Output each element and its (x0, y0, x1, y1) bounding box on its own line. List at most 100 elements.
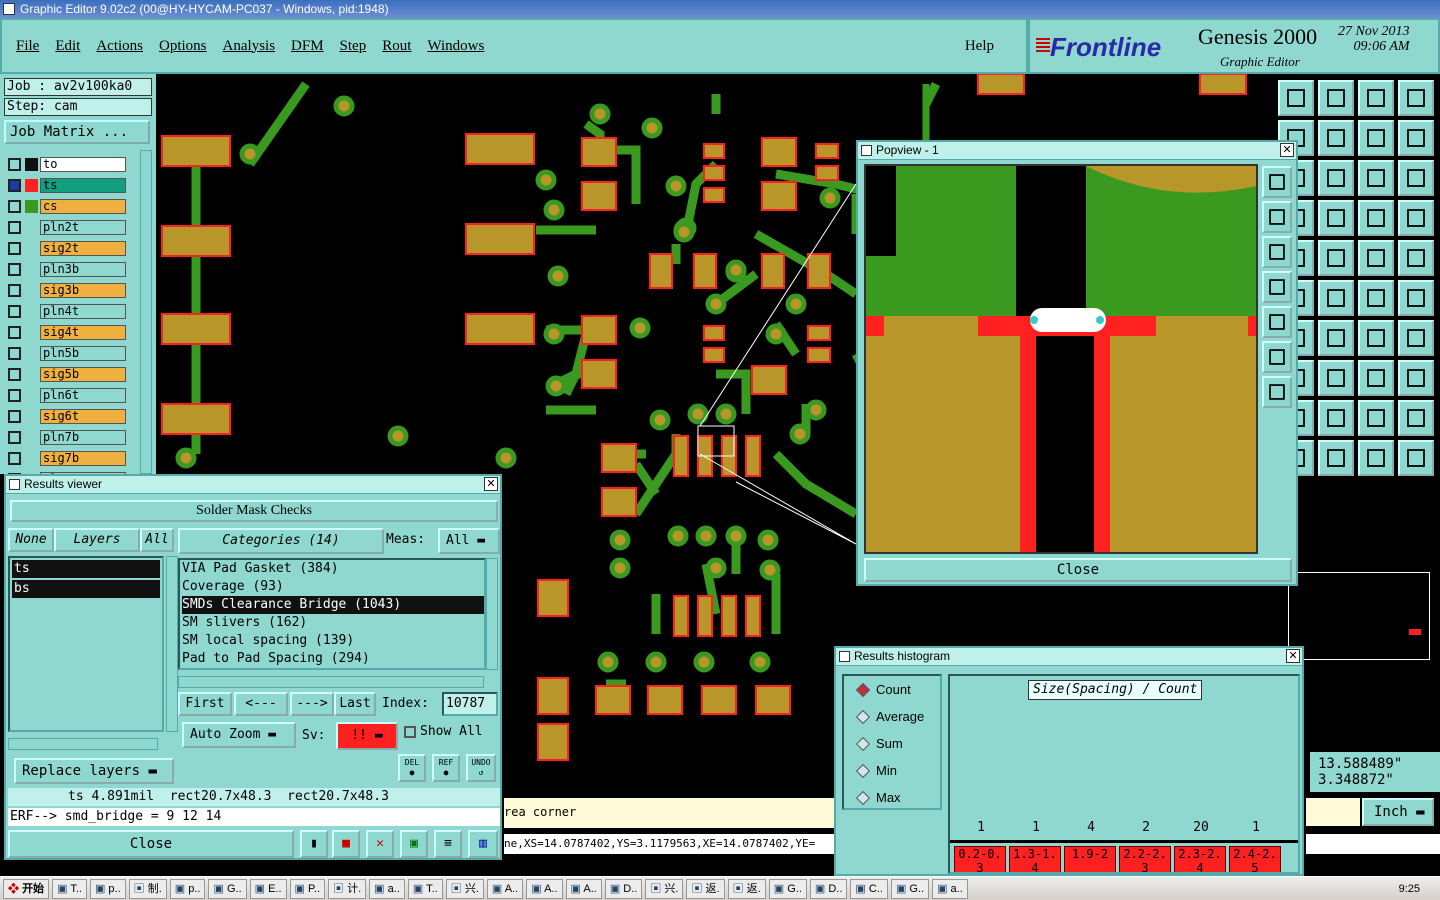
layer-row[interactable]: pln2t (4, 217, 138, 238)
del-icon[interactable]: DEL ● (398, 754, 426, 782)
taskbar-item[interactable]: ▣ C.. (850, 878, 888, 899)
auto-zoom-dropdown[interactable]: Auto Zoom ▬ (182, 722, 296, 748)
taskbar-item[interactable]: ▣ 返. (686, 878, 725, 899)
mode-min-radio[interactable]: Min (855, 763, 897, 778)
triangle-alt-icon[interactable] (1318, 400, 1354, 436)
zoom-right-icon[interactable] (1262, 306, 1292, 338)
fit-icon[interactable] (1318, 160, 1354, 196)
layer-name[interactable]: pln2t (40, 220, 126, 235)
category-item[interactable]: SM local spacing (139) (182, 632, 484, 650)
histogram-bin[interactable]: 1.3-1.4 (1009, 846, 1061, 872)
result-layer-list[interactable]: ts bs (8, 556, 164, 732)
layer-name[interactable]: pln4t (40, 304, 126, 319)
node-alt-icon[interactable] (1398, 280, 1434, 316)
mode-max-radio[interactable]: Max (855, 790, 901, 805)
zoom-fit-icon[interactable] (1262, 341, 1292, 373)
menu-step[interactable]: Step (340, 38, 367, 55)
index-input[interactable]: 10787 (442, 692, 498, 716)
histogram-icon[interactable]: ▥ (468, 830, 498, 858)
cross-icon[interactable] (1318, 280, 1354, 316)
filter-all-button[interactable]: All (140, 528, 174, 552)
popview-canvas[interactable] (864, 164, 1258, 554)
layer-name[interactable]: pln3b (40, 262, 126, 277)
circle-icon[interactable] (1398, 240, 1434, 276)
histogram-bin[interactable]: 2.3-2.4 (1174, 846, 1226, 872)
menu-options[interactable]: Options (159, 38, 207, 55)
popview-close-icon[interactable]: ✕ (1280, 143, 1294, 157)
layer-checkbox[interactable] (8, 347, 21, 360)
taskbar-item[interactable]: ▣ D.. (604, 878, 643, 899)
category-scrollbar[interactable] (486, 558, 498, 670)
category-item[interactable]: SM slivers (162) (182, 614, 484, 632)
layer-checkbox[interactable] (8, 242, 21, 255)
line-icon[interactable] (1318, 240, 1354, 276)
layer-name[interactable]: sig2t (40, 241, 126, 256)
menu-actions[interactable]: Actions (96, 38, 143, 55)
taskbar-item[interactable]: ▣ p.. (169, 878, 206, 899)
home-up-icon[interactable] (1278, 80, 1314, 116)
layer-name[interactable]: sig6t (40, 409, 126, 424)
layer-checkbox[interactable] (8, 326, 21, 339)
layer-name[interactable]: sig5b (40, 367, 126, 382)
filter-none-button[interactable]: None (8, 528, 54, 552)
menu-analysis[interactable]: Analysis (223, 38, 276, 55)
menu-file[interactable]: File (16, 38, 39, 55)
zoom-left-icon[interactable] (1262, 271, 1292, 303)
layer-row[interactable]: pln4t (4, 301, 138, 322)
taskbar-item[interactable]: ▣ 兴. (445, 878, 484, 899)
mode-sum-radio[interactable]: Sum (855, 736, 903, 751)
route-icon[interactable] (1398, 440, 1434, 476)
category-hscroll[interactable] (178, 676, 484, 688)
category-item-selected[interactable]: SMDs Clearance Bridge (1043) (182, 596, 484, 614)
taskbar-item[interactable]: ▣ G.. (768, 878, 807, 899)
categories-button[interactable]: Categories (14) (178, 528, 384, 554)
first-button[interactable]: First (178, 692, 232, 716)
taskbar-item[interactable]: ▣ p.. (89, 878, 126, 899)
histogram-bin[interactable]: 1.9-2 (1064, 846, 1116, 872)
start-button[interactable]: ❖ 开始 (3, 878, 50, 899)
layer-row[interactable]: cs (4, 196, 138, 217)
stats-icon[interactable]: ▮ (300, 830, 328, 858)
taskbar-item[interactable]: ▣ T.. (52, 878, 87, 899)
taskbar-item[interactable]: ▣ 返. (727, 878, 766, 899)
select-alt-icon[interactable] (1358, 440, 1394, 476)
grid-icon[interactable] (1318, 200, 1354, 236)
taskbar-item[interactable]: ▣ G.. (208, 878, 247, 899)
results-close-button[interactable]: Close (8, 830, 294, 858)
zoom-center-icon[interactable] (1262, 376, 1292, 408)
layer-name[interactable]: sig7b (40, 451, 126, 466)
s-curve-icon[interactable] (1398, 120, 1434, 156)
layer-checkbox[interactable] (8, 158, 21, 171)
replace-layers-dropdown[interactable]: Replace layers ▬ (14, 758, 174, 784)
menu-dfm[interactable]: DFM (291, 38, 324, 55)
show-all-checkbox[interactable] (404, 726, 416, 738)
taskbar-item[interactable]: ▣ D.. (809, 878, 848, 899)
layer-list-item[interactable]: bs (12, 580, 160, 598)
notes-icon[interactable]: ≡ (434, 830, 462, 858)
ff-icon[interactable] (1398, 320, 1434, 356)
layer-checkbox[interactable] (8, 389, 21, 402)
layer-row[interactable]: sig2t (4, 238, 138, 259)
layer-name[interactable]: ts (40, 178, 126, 193)
select-icon[interactable] (1318, 440, 1354, 476)
layer-row[interactable]: sig4t (4, 322, 138, 343)
layer-checkbox[interactable] (8, 200, 21, 213)
job-matrix-button[interactable]: Job Matrix ... (4, 120, 150, 144)
next-button[interactable]: ---> (290, 692, 334, 716)
layer-checkbox[interactable] (8, 305, 21, 318)
severity-dropdown[interactable]: !! ▬ (336, 722, 398, 750)
taskbar-item[interactable]: ▣ 计. (328, 878, 367, 899)
layer-checkbox[interactable] (8, 410, 21, 423)
taskbar-item[interactable]: ▣ T.. (407, 878, 443, 899)
units-dropdown[interactable]: Inch ▬ (1362, 798, 1434, 826)
zoom-in-icon[interactable] (1262, 166, 1292, 198)
report-icon[interactable]: ■ (332, 830, 360, 858)
dim-icon[interactable] (1358, 360, 1394, 396)
layer-name[interactable]: to (40, 157, 126, 172)
meas-dropdown[interactable]: All ▬ (438, 528, 500, 554)
layer-checkbox[interactable] (8, 452, 21, 465)
arrow-right-icon[interactable] (1318, 120, 1354, 156)
download-icon[interactable] (1318, 80, 1354, 116)
layer-name[interactable]: pln6t (40, 388, 126, 403)
layer-name[interactable]: sig4t (40, 325, 126, 340)
